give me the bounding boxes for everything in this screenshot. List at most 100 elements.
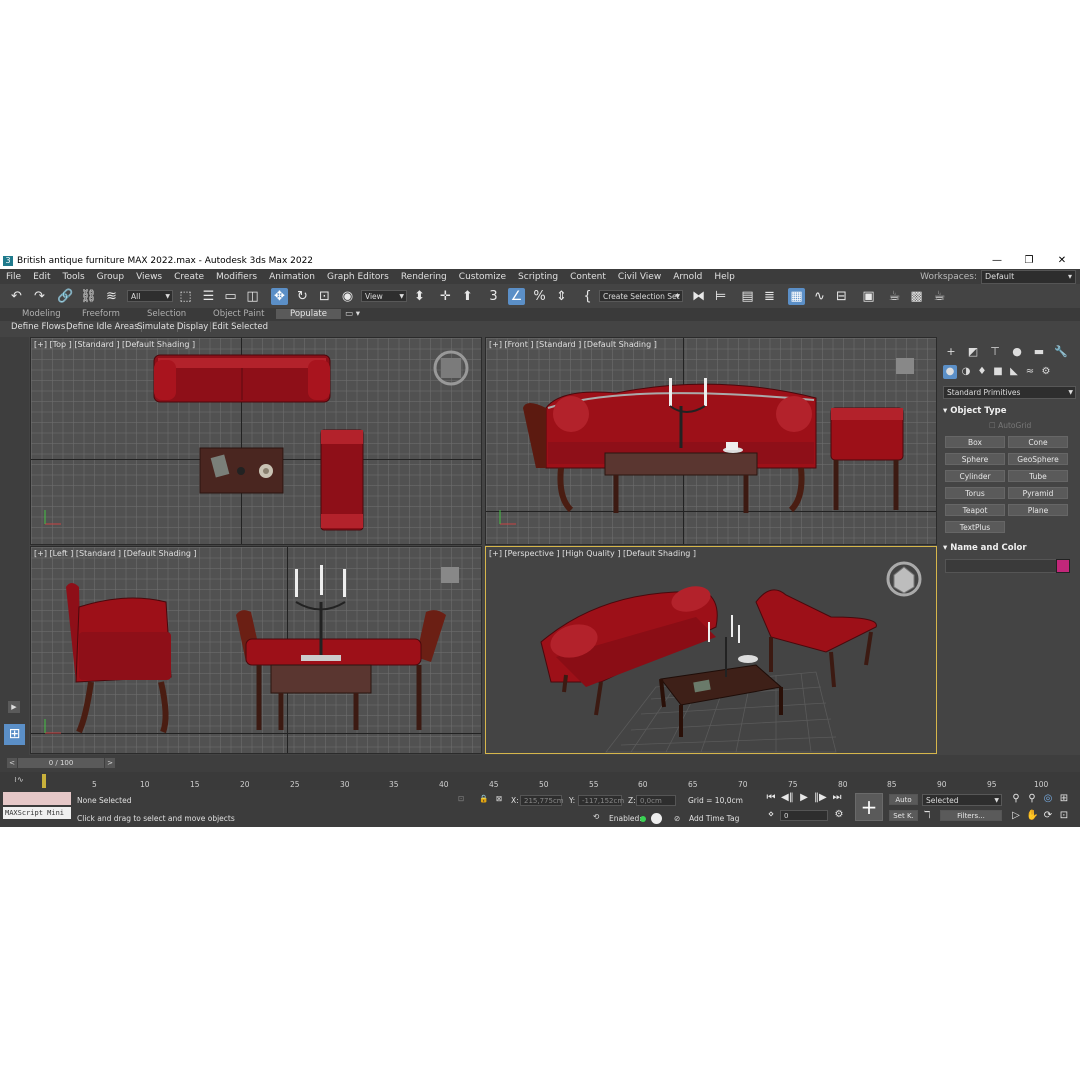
select-manipulate-icon[interactable]: ✛ [437,288,454,305]
key-filter-dropdown[interactable]: Selected ▼ [922,794,1002,806]
viewport-left-label[interactable]: [+] [Left ] [Standard ] [Default Shading… [34,549,197,558]
tab-selection[interactable]: Selection [147,309,186,319]
tab-modeling[interactable]: Modeling [22,309,61,319]
align-icon[interactable]: ⊨ [712,288,729,305]
teapot-button[interactable]: Teapot [945,504,1005,516]
viewport-left[interactable]: [+] [Left ] [Standard ] [Default Shading… [30,546,482,754]
select-and-rotate-icon[interactable]: ↻ [294,288,311,305]
toggle-ribbon-icon[interactable]: ▦ [788,288,805,305]
pyramid-button[interactable]: Pyramid [1008,487,1068,499]
menu-modifiers[interactable]: Modifiers [210,272,263,282]
z-coord-input[interactable]: 0,0cm [636,795,676,806]
space-warps-icon[interactable]: ≈ [1023,365,1037,379]
selection-filter-dropdown[interactable]: All ▼ [127,290,173,302]
create-tab-icon[interactable]: + [944,345,958,359]
curve-editor-mini-icon[interactable]: ≀∿ [14,775,24,784]
autogrid-checkbox[interactable]: ☐ AutoGrid [989,421,1031,430]
go-to-end-icon[interactable]: ⏭ [831,792,843,803]
object-type-rollout-header[interactable]: ▾ Object Type [943,406,1076,418]
slider-next-icon[interactable]: > [105,758,115,768]
menu-arnold[interactable]: Arnold [667,272,708,282]
systems-icon[interactable]: ⚙ [1039,365,1053,379]
current-frame-input[interactable]: 0 [780,810,828,821]
slider-prev-icon[interactable]: < [7,758,17,768]
menu-tools[interactable]: Tools [57,272,91,282]
schematic-view-icon[interactable]: ⊟ [833,288,850,305]
simulate-button[interactable]: Simulate [135,322,178,332]
isolate-selection-icon[interactable]: ⊡ [458,794,464,803]
viewport-top-label[interactable]: [+] [Top ] [Standard ] [Default Shading … [34,340,195,349]
menu-customize[interactable]: Customize [453,272,512,282]
menu-graph-editors[interactable]: Graph Editors [321,272,395,282]
render-setup-icon[interactable]: ☕ [886,288,903,305]
previous-frame-icon[interactable]: ◀‖ [781,792,794,803]
mirror-icon[interactable]: ⧓ [690,288,707,305]
undo-icon[interactable]: ↶ [8,288,25,305]
plane-button[interactable]: Plane [1008,504,1068,516]
expand-arrow-icon[interactable]: ▶ [8,701,20,713]
frame-indicator[interactable]: 0 / 100 [18,758,104,768]
select-and-move-icon[interactable]: ✥ [271,288,288,305]
unlink-icon[interactable]: ⛓ [80,288,97,305]
curve-editor-icon[interactable]: ∿ [811,288,828,305]
helpers-icon[interactable]: ◣ [1007,365,1021,379]
object-color-swatch[interactable] [1056,559,1070,573]
menu-scripting[interactable]: Scripting [512,272,564,282]
select-and-place-icon[interactable]: ◉ [339,288,356,305]
motion-tab-icon[interactable]: ● [1010,345,1024,359]
set-key-icon[interactable]: + [855,793,883,821]
track-bar[interactable]: ≀∿ 5 10 15 20 25 30 35 40 45 50 55 60 65… [0,772,1080,790]
minimize-button[interactable]: — [982,253,1012,269]
rendered-frame-window-icon[interactable]: ▩ [908,288,925,305]
auto-key-button[interactable]: Auto [889,794,918,805]
zoom-icon[interactable]: ⚲ [1010,793,1022,804]
viewport-front-label[interactable]: [+] [Front ] [Standard ] [Default Shadin… [489,340,657,349]
box-button[interactable]: Box [945,436,1005,448]
modify-tab-icon[interactable]: ◩ [966,345,980,359]
hierarchy-tab-icon[interactable]: ⊤ [988,345,1002,359]
zoom-extents-all-icon[interactable]: ⊞ [1058,793,1070,804]
menu-file[interactable]: File [0,272,27,282]
viewport-top[interactable]: [+] [Top ] [Standard ] [Default Shading … [30,337,482,545]
select-and-scale-icon[interactable]: ⊡ [316,288,333,305]
edit-selected-button[interactable]: Edit Selected [210,322,270,332]
menu-rendering[interactable]: Rendering [395,272,453,282]
cylinder-button[interactable]: Cylinder [945,470,1005,482]
viewport-layout-icon[interactable]: ⊞ [4,724,25,745]
cameras-icon[interactable]: ■ [991,365,1005,379]
keyboard-shortcut-override-icon[interactable]: ⬆ [459,288,476,305]
tab-populate[interactable]: Populate [276,309,341,319]
close-button[interactable]: ✕ [1047,253,1077,269]
menu-create[interactable]: Create [168,272,210,282]
field-of-view-icon[interactable]: ▷ [1010,810,1022,821]
select-by-name-icon[interactable]: ☰ [200,288,217,305]
material-editor-icon[interactable]: ▣ [860,288,877,305]
rectangular-selection-icon[interactable]: ▭ [222,288,239,305]
zoom-extents-icon[interactable]: ◎ [1042,793,1054,804]
y-coord-input[interactable]: -117,152cm [578,795,624,806]
key-filters-button[interactable]: Filters... [940,810,1002,821]
maximize-viewport-icon[interactable]: ⊡ [1058,810,1070,821]
selection-lock-icon[interactable]: 🔒 [479,794,488,803]
geosphere-button[interactable]: GeoSphere [1008,453,1068,465]
maxscript-mini-label[interactable]: MAXScript Mini [3,807,71,819]
snaps-toggle-icon[interactable]: 3 [485,288,502,305]
angle-snap-icon[interactable]: ∠ [508,288,525,305]
spinner-snap-icon[interactable]: ⇕ [553,288,570,305]
ribbon-options-icon[interactable]: ▭ ▾ [345,309,360,319]
viewport-front[interactable]: [+] [Front ] [Standard ] [Default Shadin… [485,337,937,545]
pan-view-icon[interactable]: ✋ [1026,810,1038,821]
lights-icon[interactable]: ♦ [975,365,989,379]
name-and-color-rollout-header[interactable]: ▾ Name and Color [943,543,1076,555]
window-crossing-icon[interactable]: ◫ [244,288,261,305]
time-configuration-icon[interactable]: ⚙ [833,809,845,820]
tab-object-paint[interactable]: Object Paint [213,309,264,319]
maximize-button[interactable]: ❐ [1014,253,1044,269]
bind-spacewarp-icon[interactable]: ≋ [103,288,120,305]
edit-named-selection-icon[interactable]: { [579,288,596,305]
viewport-perspective[interactable]: [+] [Perspective ] [High Quality ] [Defa… [485,546,937,754]
workspaces-dropdown[interactable]: Default ▾ [981,270,1076,284]
zoom-all-icon[interactable]: ⚲ [1026,793,1038,804]
menu-views[interactable]: Views [130,272,168,282]
tab-freeform[interactable]: Freeform [82,309,120,319]
